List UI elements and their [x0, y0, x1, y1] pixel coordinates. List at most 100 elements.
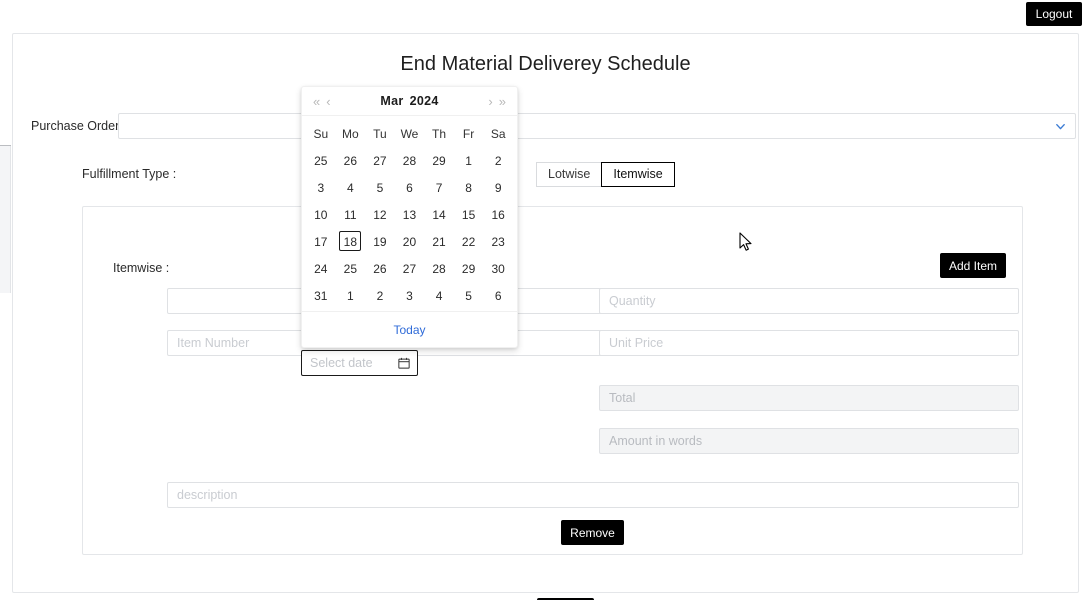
datepicker-day[interactable]: 4 [428, 285, 450, 305]
datepicker-day[interactable]: 28 [428, 258, 450, 278]
datepicker-day-cell[interactable]: 28 [424, 254, 454, 281]
datepicker-day[interactable]: 24 [310, 258, 332, 278]
datepicker-day[interactable]: 5 [458, 285, 480, 305]
datepicker-day[interactable]: 10 [310, 204, 332, 224]
datepicker-day-cell[interactable]: 3 [395, 281, 425, 308]
datepicker-day-cell[interactable]: 26 [336, 146, 366, 173]
datepicker-day[interactable]: 30 [487, 258, 509, 278]
datepicker-day[interactable]: 15 [458, 204, 480, 224]
datepicker-day-cell[interactable]: 6 [395, 173, 425, 200]
datepicker-day-cell[interactable]: 11 [336, 200, 366, 227]
datepicker-day[interactable]: 16 [487, 204, 509, 224]
datepicker-day[interactable]: 3 [398, 285, 420, 305]
datepicker-day-cell[interactable]: 4 [424, 281, 454, 308]
quantity-input[interactable] [599, 288, 1019, 314]
datepicker-day-cell[interactable]: 4 [336, 173, 366, 200]
double-chevron-right-icon[interactable]: » [496, 94, 509, 109]
datepicker-day[interactable]: 12 [369, 204, 391, 224]
datepicker-day-cell[interactable]: 30 [483, 254, 513, 281]
fulfillment-option-itemwise[interactable]: Itemwise [601, 162, 675, 187]
datepicker-day-cell[interactable]: 12 [365, 200, 395, 227]
datepicker-day-cell[interactable]: 7 [424, 173, 454, 200]
datepicker-day-cell[interactable]: 25 [306, 146, 336, 173]
datepicker-day-cell[interactable]: 27 [395, 254, 425, 281]
datepicker-day-cell[interactable]: 31 [306, 281, 336, 308]
datepicker-day-cell[interactable]: 19 [365, 227, 395, 254]
datepicker-day[interactable]: 27 [398, 258, 420, 278]
datepicker-day[interactable]: 25 [310, 150, 332, 170]
datepicker-day[interactable]: 6 [398, 177, 420, 197]
datepicker-day[interactable]: 17 [310, 231, 332, 251]
datepicker-day-cell[interactable]: 13 [395, 200, 425, 227]
datepicker-day-cell[interactable]: 21 [424, 227, 454, 254]
datepicker-day[interactable]: 9 [487, 177, 509, 197]
datepicker-day-cell[interactable]: 18 [336, 227, 366, 254]
datepicker-day[interactable]: 1 [339, 285, 361, 305]
datepicker-day-cell[interactable]: 2 [483, 146, 513, 173]
datepicker-day[interactable]: 7 [428, 177, 450, 197]
datepicker-day-cell[interactable]: 9 [483, 173, 513, 200]
datepicker-day-cell[interactable]: 26 [365, 254, 395, 281]
chevron-left-icon[interactable]: ‹ [323, 94, 333, 109]
datepicker-day-cell[interactable]: 25 [336, 254, 366, 281]
datepicker-day-cell[interactable]: 10 [306, 200, 336, 227]
datepicker-day[interactable]: 29 [458, 258, 480, 278]
remove-item-button[interactable]: Remove [561, 520, 624, 545]
datepicker-day[interactable]: 1 [458, 150, 480, 170]
datepicker-day[interactable]: 6 [487, 285, 509, 305]
datepicker-day[interactable]: 5 [369, 177, 391, 197]
datepicker-day-cell[interactable]: 27 [365, 146, 395, 173]
datepicker-day[interactable]: 22 [458, 231, 480, 251]
unit-price-input[interactable] [599, 330, 1019, 356]
datepicker-day-cell[interactable]: 28 [395, 146, 425, 173]
datepicker-day-cell[interactable]: 29 [424, 146, 454, 173]
purchase-order-select[interactable] [118, 113, 1076, 139]
datepicker-day-cell[interactable]: 16 [483, 200, 513, 227]
datepicker-day-cell[interactable]: 15 [454, 200, 484, 227]
datepicker-day[interactable]: 23 [487, 231, 509, 251]
datepicker-day[interactable]: 25 [339, 258, 361, 278]
datepicker-day[interactable]: 18 [339, 230, 362, 251]
datepicker-day[interactable]: 3 [310, 177, 332, 197]
datepicker-day[interactable]: 20 [398, 231, 420, 251]
datepicker-month[interactable]: Mar [380, 94, 403, 108]
datepicker-day[interactable]: 2 [369, 285, 391, 305]
datepicker-day[interactable]: 26 [339, 150, 361, 170]
today-link[interactable]: Today [393, 323, 425, 337]
add-item-button[interactable]: Add Item [940, 253, 1006, 278]
datepicker-day-cell[interactable]: 14 [424, 200, 454, 227]
datepicker-day[interactable]: 27 [369, 150, 391, 170]
datepicker-day[interactable]: 19 [369, 231, 391, 251]
datepicker-day[interactable]: 13 [398, 204, 420, 224]
collapsed-sidebar-rail[interactable] [0, 145, 11, 293]
datepicker-day-cell[interactable]: 24 [306, 254, 336, 281]
datepicker-day-cell[interactable]: 22 [454, 227, 484, 254]
fulfillment-option-lotwise[interactable]: Lotwise [536, 162, 603, 187]
datepicker-day[interactable]: 21 [428, 231, 450, 251]
datepicker-day-cell[interactable]: 1 [454, 146, 484, 173]
datepicker-day-cell[interactable]: 3 [306, 173, 336, 200]
logout-button[interactable]: Logout [1026, 2, 1082, 26]
datepicker-day[interactable]: 11 [339, 204, 361, 224]
description-input[interactable] [167, 482, 1019, 508]
chevron-right-icon[interactable]: › [485, 94, 495, 109]
datepicker-day-cell[interactable]: 1 [336, 281, 366, 308]
delivery-date-input[interactable] [302, 351, 397, 375]
datepicker-day[interactable]: 2 [487, 150, 509, 170]
datepicker-day[interactable]: 4 [339, 177, 361, 197]
datepicker-day[interactable]: 8 [458, 177, 480, 197]
datepicker-day[interactable]: 28 [398, 150, 420, 170]
datepicker-day-cell[interactable]: 6 [483, 281, 513, 308]
datepicker-day[interactable]: 29 [428, 150, 450, 170]
datepicker-day-cell[interactable]: 17 [306, 227, 336, 254]
datepicker-day[interactable]: 31 [310, 285, 332, 305]
datepicker-day[interactable]: 14 [428, 204, 450, 224]
datepicker-day-cell[interactable]: 8 [454, 173, 484, 200]
datepicker-panel[interactable]: « ‹ Mar 2024 › » Su Mo Tu We Th Fr Sa 25 26 27 28 2… [301, 86, 518, 348]
datepicker-day-cell[interactable]: 5 [454, 281, 484, 308]
datepicker-day-cell[interactable]: 2 [365, 281, 395, 308]
datepicker-day-cell[interactable]: 29 [454, 254, 484, 281]
double-chevron-left-icon[interactable]: « [310, 94, 323, 109]
datepicker-day-cell[interactable]: 5 [365, 173, 395, 200]
datepicker-day[interactable]: 26 [369, 258, 391, 278]
